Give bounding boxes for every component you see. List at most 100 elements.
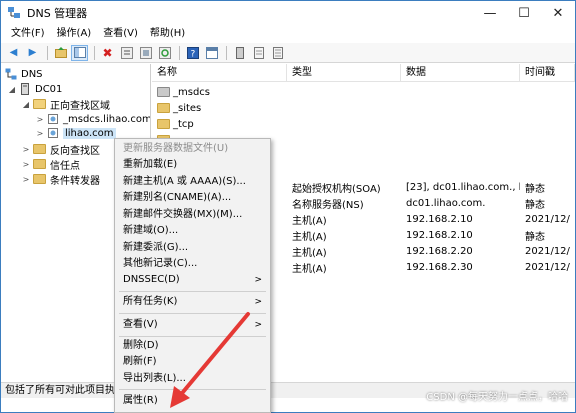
folder-icon [157, 119, 170, 129]
export-icon[interactable] [137, 45, 154, 61]
menu-item-all-tasks-label: 所有任务(K) [123, 296, 178, 307]
server-icon[interactable] [231, 45, 248, 61]
menu-item-refresh[interactable]: 刷新(F) [115, 354, 270, 370]
dns-icon [5, 68, 17, 80]
watermark: CSDN @每天努力一点点，哈哈 [426, 392, 568, 403]
row-timestamp: 2021/12/ [525, 261, 570, 273]
row-type: 主机(A) [292, 263, 327, 275]
chevron-right-icon[interactable]: > [35, 129, 45, 138]
zone-icon [47, 113, 59, 125]
tree-label-forward-zones: 正向查找区域 [50, 100, 110, 112]
row-timestamp: 静态 [525, 199, 545, 211]
menu-item-view-label: 查看(V) [123, 319, 158, 330]
properties-icon[interactable] [118, 45, 135, 61]
chevron-right-icon[interactable]: > [21, 175, 31, 184]
menu-item-new-delegation[interactable]: 新建委派(G)... [115, 240, 270, 256]
show-tree-icon[interactable] [71, 44, 88, 61]
row-type: 主机(A) [292, 215, 327, 227]
tree-label-zone-lihao: lihao.com [63, 127, 116, 139]
console-icon[interactable] [203, 45, 220, 61]
menu-item-view[interactable]: 查看(V) > [115, 317, 270, 333]
row-data: 192.168.2.20 [406, 245, 473, 257]
window-title: DNS 管理器 [27, 7, 88, 20]
tree-label-server: DC01 [35, 83, 63, 95]
toolbar-separator [179, 45, 180, 60]
minimize-button[interactable]: — [473, 1, 507, 25]
chevron-down-icon[interactable]: ◢ [7, 85, 17, 94]
row-timestamp: 静态 [525, 231, 545, 243]
tree-node-server[interactable]: ◢ DC01 [7, 82, 62, 96]
context-menu: 更新服务器数据文件(U) 重新加载(E) 新建主机(A 或 AAAA)(S)..… [114, 138, 271, 413]
folder-icon [33, 174, 46, 184]
row-type: 起始授权机构(SOA) [292, 183, 381, 195]
menu-item-all-tasks[interactable]: 所有任务(K) > [115, 294, 270, 310]
menu-item-properties[interactable]: 属性(R) [115, 393, 270, 409]
row-name: _msdcs [173, 86, 211, 98]
help-icon[interactable]: ? [184, 45, 201, 61]
menu-separator [119, 389, 266, 390]
tree-node-dns[interactable]: DNS [5, 67, 43, 81]
folder-icon [33, 144, 46, 154]
menu-help[interactable]: 帮助(H) [144, 25, 191, 43]
file-icon[interactable] [250, 45, 267, 61]
menu-item-export-list[interactable]: 导出列表(L)... [115, 371, 270, 387]
row-timestamp: 2021/12/ [525, 213, 570, 225]
tree-node-trust-points[interactable]: > 信任点 [21, 157, 80, 172]
tree-label-conditional-forwarders: 条件转发器 [50, 175, 100, 187]
menu-item-other-new-records[interactable]: 其他新记录(C)... [115, 256, 270, 272]
menu-view[interactable]: 查看(V) [97, 25, 144, 43]
table-row[interactable]: _sites [152, 100, 575, 116]
table-row[interactable]: _msdcs [152, 84, 575, 100]
tree-node-conditional-forwarders[interactable]: > 条件转发器 [21, 172, 100, 187]
menu-item-delete[interactable]: 删除(D) [115, 338, 270, 354]
folder-open-icon [33, 99, 46, 109]
row-name: _tcp [173, 118, 194, 130]
toolbar: ◀ ▶ ✖ ? [1, 43, 575, 63]
menu-item-reload[interactable]: 重新加载(E) [115, 157, 270, 173]
menu-item-new-host[interactable]: 新建主机(A 或 AAAA)(S)... [115, 174, 270, 190]
delete-icon[interactable]: ✖ [99, 45, 116, 61]
toolbar-separator [47, 45, 48, 60]
menu-item-new-alias[interactable]: 新建别名(CNAME)(A)... [115, 190, 270, 206]
column-header-timestamp[interactable]: 时间戳 [520, 64, 575, 82]
toolbar-separator [94, 45, 95, 60]
toolbar-separator [226, 45, 227, 60]
dns-app-icon [7, 6, 21, 20]
menu-bar: 文件(F) 操作(A) 查看(V) 帮助(H) [1, 25, 575, 43]
chevron-right-icon: > [254, 275, 262, 285]
tree-node-zone-lihao[interactable]: > lihao.com [35, 126, 116, 140]
folder-icon [157, 87, 170, 97]
folder-icon [157, 103, 170, 113]
menu-file[interactable]: 文件(F) [5, 25, 51, 43]
maximize-button[interactable]: ☐ [507, 1, 541, 25]
close-button[interactable]: ✕ [541, 1, 575, 25]
forward-icon[interactable]: ▶ [24, 45, 41, 61]
tree-label-dns: DNS [21, 68, 43, 80]
menu-action[interactable]: 操作(A) [51, 25, 98, 43]
column-header-type[interactable]: 类型 [287, 64, 401, 82]
up-folder-icon[interactable] [52, 45, 69, 61]
tree-node-reverse-zones[interactable]: > 反向查找区 [21, 142, 100, 157]
list-icon[interactable] [269, 45, 286, 61]
chevron-right-icon: > [254, 297, 262, 307]
tree-node-forward-zones[interactable]: ◢ 正向查找区域 [21, 97, 110, 112]
back-icon[interactable]: ◀ [5, 45, 22, 61]
menu-item-dnssec[interactable]: DNSSEC(D) > [115, 272, 270, 288]
table-row[interactable]: _tcp [152, 116, 575, 132]
menu-item-new-domain[interactable]: 新建域(O)... [115, 223, 270, 239]
row-data: 192.168.2.10 [406, 213, 473, 225]
tree-label-zone-msdcs: _msdcs.lihao.com [63, 113, 151, 125]
row-type: 名称服务器(NS) [292, 199, 364, 211]
chevron-right-icon[interactable]: > [21, 145, 31, 154]
column-header-name[interactable]: 名称 [152, 64, 287, 82]
chevron-right-icon[interactable]: > [35, 115, 45, 124]
tree-label-trust-points: 信任点 [50, 160, 80, 172]
column-header-data[interactable]: 数据 [401, 64, 520, 82]
tree-node-zone-msdcs[interactable]: > _msdcs.lihao.com [35, 112, 151, 126]
chevron-right-icon: > [254, 320, 262, 330]
refresh-icon[interactable] [156, 45, 173, 61]
chevron-down-icon[interactable]: ◢ [21, 100, 31, 109]
chevron-right-icon[interactable]: > [21, 160, 31, 169]
menu-item-new-mail-exchanger[interactable]: 新建邮件交换器(MX)(M)... [115, 207, 270, 223]
menu-item-update-server-data-file[interactable]: 更新服务器数据文件(U) [115, 141, 270, 157]
